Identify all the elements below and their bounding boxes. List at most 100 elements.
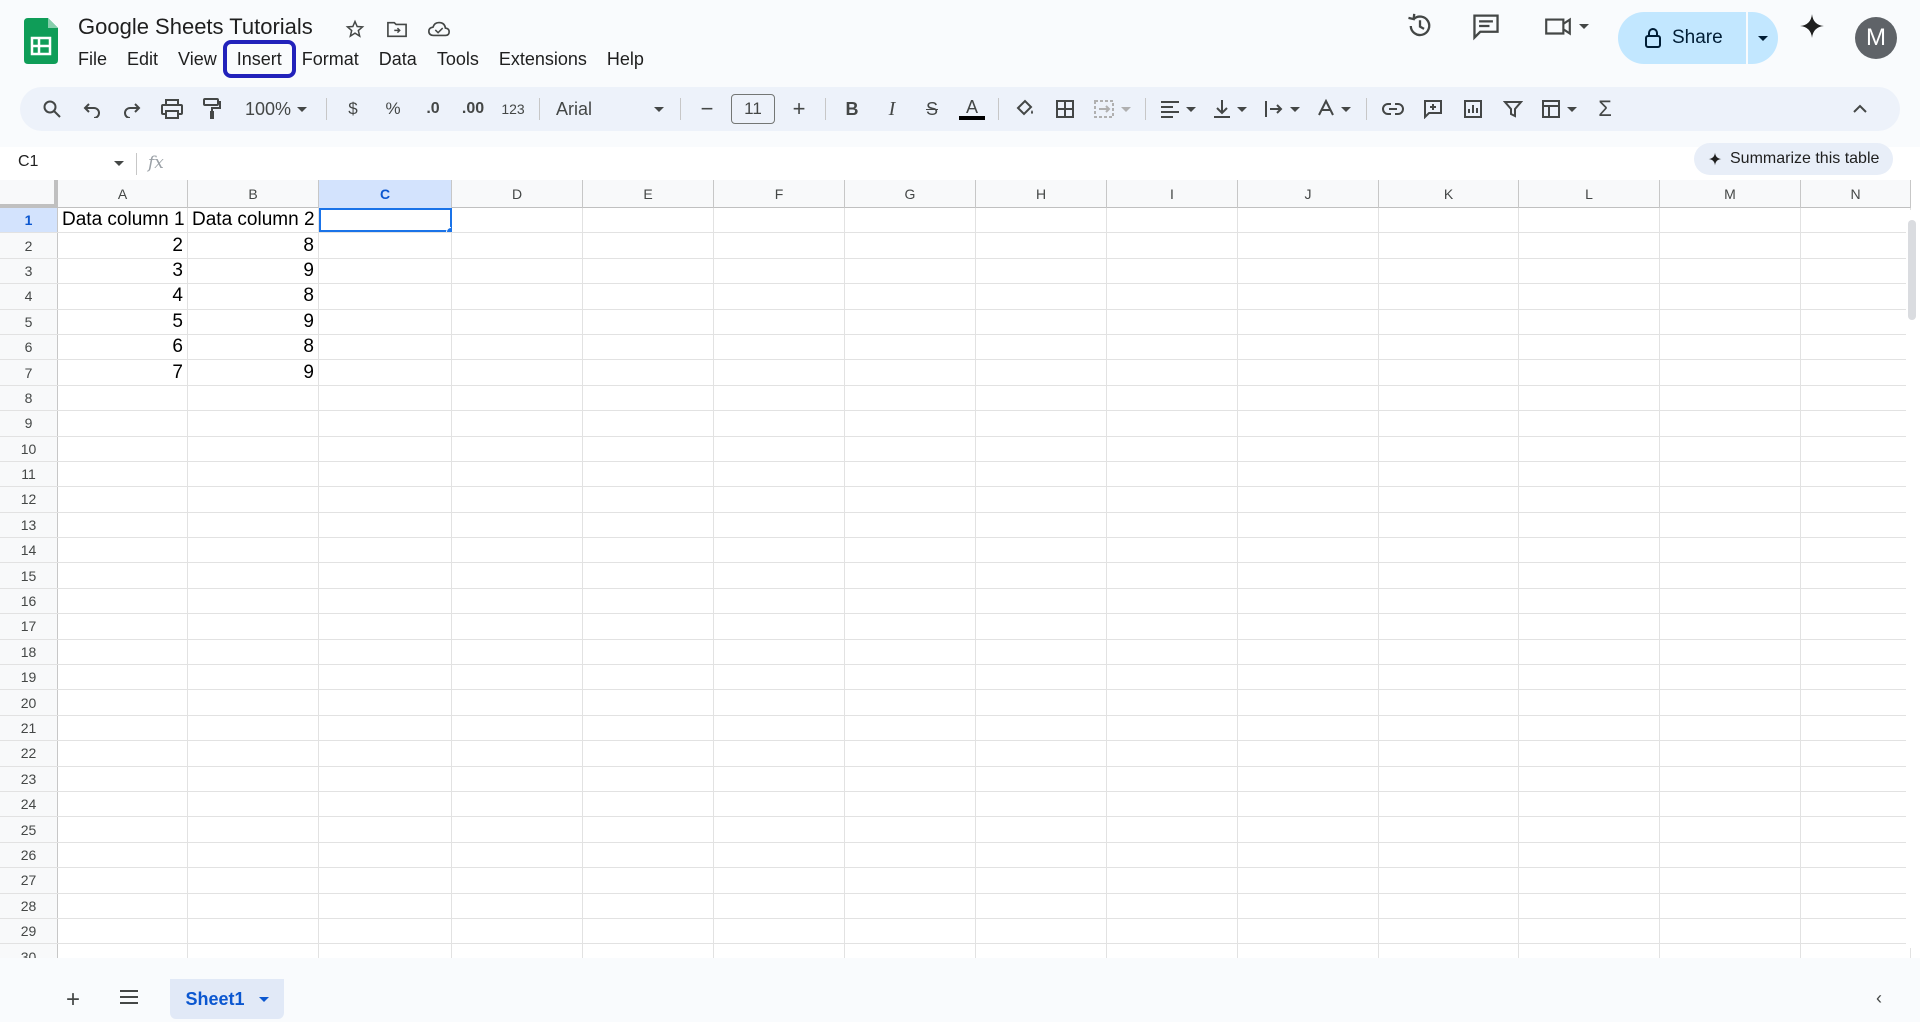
row-header[interactable]: 2: [0, 233, 58, 258]
cell-g14[interactable]: [845, 538, 976, 563]
cell-h24[interactable]: [976, 791, 1107, 817]
cell-h5[interactable]: [976, 309, 1107, 334]
cell-i13[interactable]: [1107, 512, 1238, 538]
collapse-menus-icon[interactable]: [1844, 93, 1876, 125]
cell-n2[interactable]: [1801, 233, 1911, 258]
cell-h30[interactable]: [976, 944, 1107, 958]
cell-a14[interactable]: [58, 538, 188, 563]
cell-j4[interactable]: [1238, 284, 1379, 309]
undo-icon[interactable]: [76, 93, 108, 125]
share-options-button[interactable]: [1748, 35, 1778, 41]
row-header[interactable]: 12: [0, 487, 58, 512]
cell-j28[interactable]: [1238, 893, 1379, 918]
cell-i15[interactable]: [1107, 563, 1238, 588]
cell-h3[interactable]: [976, 258, 1107, 284]
cell-d25[interactable]: [452, 817, 583, 842]
zoom-select[interactable]: 100%: [236, 93, 316, 125]
cell-l18[interactable]: [1519, 639, 1660, 665]
cell-a27[interactable]: [58, 868, 188, 893]
cell-l12[interactable]: [1519, 487, 1660, 512]
cell-g2[interactable]: [845, 233, 976, 258]
cell-l20[interactable]: [1519, 690, 1660, 715]
cell-k25[interactable]: [1379, 817, 1519, 842]
cell-g3[interactable]: [845, 258, 976, 284]
cell-k22[interactable]: [1379, 741, 1519, 766]
functions-button[interactable]: Σ: [1589, 93, 1621, 125]
column-header-m[interactable]: M: [1660, 180, 1801, 208]
cell-n7[interactable]: [1801, 360, 1911, 385]
column-header-d[interactable]: D: [452, 180, 583, 208]
cell-i17[interactable]: [1107, 614, 1238, 639]
cell-j6[interactable]: [1238, 334, 1379, 360]
cell-k12[interactable]: [1379, 487, 1519, 512]
cell-a25[interactable]: [58, 817, 188, 842]
cell-e3[interactable]: [583, 258, 714, 284]
cell-h15[interactable]: [976, 563, 1107, 588]
cell-h6[interactable]: [976, 334, 1107, 360]
cell-d20[interactable]: [452, 690, 583, 715]
cell-n17[interactable]: [1801, 614, 1911, 639]
increase-decimal-button[interactable]: .00: [457, 93, 489, 125]
cell-f16[interactable]: [714, 588, 845, 614]
row-header[interactable]: 10: [0, 436, 58, 461]
meet-video-icon[interactable]: [1536, 8, 1596, 44]
cell-f25[interactable]: [714, 817, 845, 842]
cell-j1[interactable]: [1238, 208, 1379, 233]
vertical-align-icon[interactable]: [1208, 93, 1252, 125]
cell-e8[interactable]: [583, 385, 714, 411]
menu-file[interactable]: File: [68, 44, 117, 74]
cell-g22[interactable]: [845, 741, 976, 766]
cell-k17[interactable]: [1379, 614, 1519, 639]
cell-d1[interactable]: [452, 208, 583, 233]
cell-a20[interactable]: [58, 690, 188, 715]
cell-m3[interactable]: [1660, 258, 1801, 284]
cell-h7[interactable]: [976, 360, 1107, 385]
row-header[interactable]: 11: [0, 461, 58, 487]
cell-d21[interactable]: [452, 715, 583, 741]
cell-k24[interactable]: [1379, 791, 1519, 817]
cell-e13[interactable]: [583, 512, 714, 538]
cell-b19[interactable]: [188, 665, 319, 690]
cell-e15[interactable]: [583, 563, 714, 588]
explore-collapse-icon[interactable]: ‹: [1876, 988, 1882, 1009]
cell-m21[interactable]: [1660, 715, 1801, 741]
cell-i29[interactable]: [1107, 918, 1238, 944]
cell-i7[interactable]: [1107, 360, 1238, 385]
document-title[interactable]: Google Sheets Tutorials: [78, 14, 313, 40]
cell-i22[interactable]: [1107, 741, 1238, 766]
cell-b14[interactable]: [188, 538, 319, 563]
cell-a13[interactable]: [58, 512, 188, 538]
italic-button[interactable]: I: [876, 93, 908, 125]
cell-h11[interactable]: [976, 461, 1107, 487]
cell-j23[interactable]: [1238, 766, 1379, 791]
cell-b20[interactable]: [188, 690, 319, 715]
print-icon[interactable]: [156, 93, 188, 125]
cell-a10[interactable]: [58, 436, 188, 461]
cell-n14[interactable]: [1801, 538, 1911, 563]
cell-j26[interactable]: [1238, 842, 1379, 868]
cell-n22[interactable]: [1801, 741, 1911, 766]
cell-g7[interactable]: [845, 360, 976, 385]
menu-help[interactable]: Help: [597, 44, 654, 74]
column-header-l[interactable]: L: [1519, 180, 1660, 208]
cell-n15[interactable]: [1801, 563, 1911, 588]
cell-m9[interactable]: [1660, 411, 1801, 436]
cell-g10[interactable]: [845, 436, 976, 461]
cell-e27[interactable]: [583, 868, 714, 893]
cell-a3[interactable]: 3: [58, 258, 188, 284]
cell-c21[interactable]: [319, 715, 452, 741]
cell-h23[interactable]: [976, 766, 1107, 791]
cell-b1[interactable]: Data column 2: [188, 208, 319, 233]
cell-b18[interactable]: [188, 639, 319, 665]
row-header[interactable]: 1: [0, 208, 58, 233]
cell-i2[interactable]: [1107, 233, 1238, 258]
cell-l10[interactable]: [1519, 436, 1660, 461]
cell-e9[interactable]: [583, 411, 714, 436]
cell-m23[interactable]: [1660, 766, 1801, 791]
cell-k6[interactable]: [1379, 334, 1519, 360]
cell-g13[interactable]: [845, 512, 976, 538]
cell-l23[interactable]: [1519, 766, 1660, 791]
row-header[interactable]: 9: [0, 411, 58, 436]
cell-k26[interactable]: [1379, 842, 1519, 868]
cell-l6[interactable]: [1519, 334, 1660, 360]
